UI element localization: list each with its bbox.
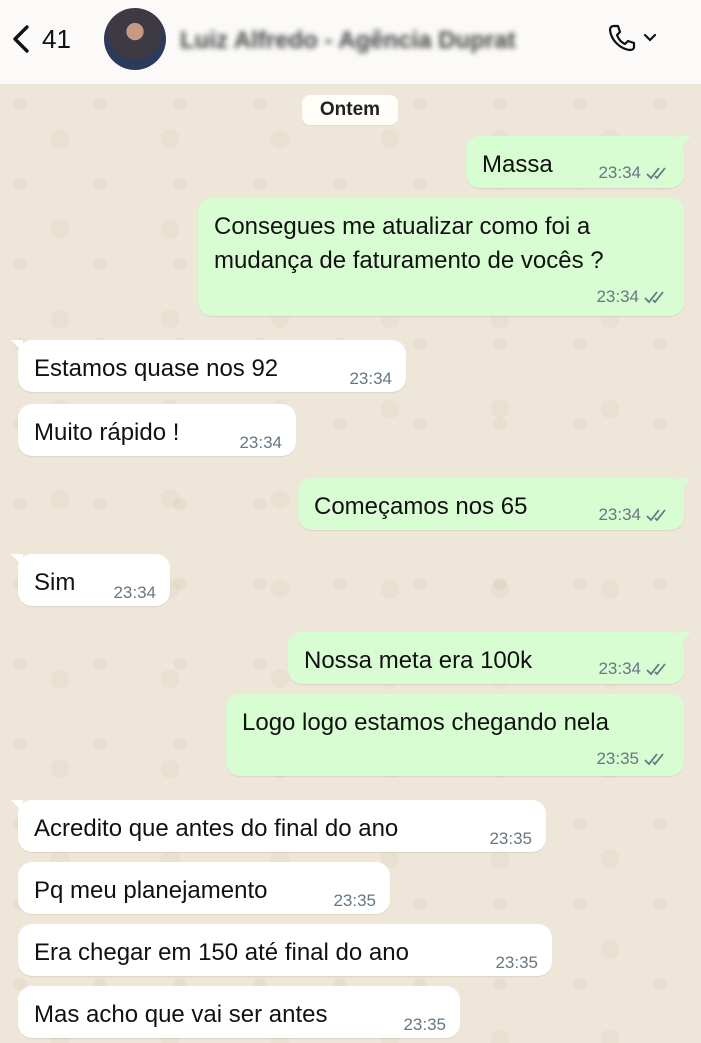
message-text: Começamos nos 65 [314,493,528,520]
incoming-message[interactable]: Pq meu planejamento 23:35 [18,862,390,914]
message-text: Era chegar em 150 até final do ano [34,939,409,966]
message-time: 23:34 [239,433,282,452]
incoming-message[interactable]: Sim 23:34 [11,554,170,606]
message-time: 23:34 [598,163,641,182]
message-time: 23:35 [403,1015,446,1034]
message-time: 23:35 [333,891,376,910]
read-ticks-icon [646,663,666,676]
message-time: 23:34 [598,659,641,678]
message-time: 23:34 [113,583,156,602]
message-meta: 23:34 [596,280,668,314]
back-button[interactable]: 41 [10,22,71,56]
incoming-message[interactable]: Estamos quase nos 92 23:34 [11,340,406,392]
read-ticks-icon [646,509,666,522]
message-time: 23:34 [598,505,641,524]
chevron-down-icon [643,33,657,42]
message-meta: 23:34 [598,652,670,686]
message-text-line: mudança de faturamento de vocês ? [214,247,604,274]
outgoing-message[interactable]: Nossa meta era 100k 23:34 [288,632,691,686]
avatar[interactable] [104,8,166,70]
message-time: 23:34 [596,287,639,306]
message-text: Massa [482,151,553,178]
message-text: Logo logo estamos chegando nela [242,709,609,736]
phone-icon [608,24,636,52]
incoming-message[interactable]: Mas acho que vai ser antes 23:35 [18,986,460,1038]
message-time: 23:34 [349,369,392,388]
message-meta: 23:34 [598,498,670,532]
date-separator: Ontem [302,95,398,125]
chat-header: 41 Luiz Alfredo - Agência Duprat [0,0,701,84]
outgoing-message[interactable]: Massa 23:34 [466,136,691,190]
read-ticks-icon [644,753,664,766]
message-text: Estamos quase nos 92 [34,355,279,382]
call-button[interactable] [606,22,658,54]
message-time: 23:35 [596,749,639,768]
outgoing-message[interactable]: Logo logo estamos chegando nela 23:35 [226,694,684,776]
outgoing-message[interactable]: Consegues me atualizar como foi a mudanç… [198,198,684,316]
message-text: Pq meu planejamento [34,877,268,904]
message-text: Sim [34,569,76,596]
message-text: Mas acho que vai ser antes [34,1001,328,1028]
incoming-message[interactable]: Acredito que antes do final do ano 23:35 [11,800,546,852]
message-text-line: Consegues me atualizar como foi a [214,213,591,240]
read-ticks-icon [644,291,664,304]
outgoing-message[interactable]: Começamos nos 65 23:34 [298,478,691,532]
message-time: 23:35 [495,953,538,972]
contact-name[interactable]: Luiz Alfredo - Agência Duprat [180,27,516,55]
message-time: 23:35 [489,829,532,848]
message-text: Nossa meta era 100k [304,647,533,674]
message-text: Acredito que antes do final do ano [34,815,399,842]
back-chevron-icon [13,25,29,53]
message-meta: 23:35 [596,742,668,776]
message-text: Muito rápido ! [34,419,180,446]
unread-count: 41 [42,23,71,54]
read-ticks-icon [646,167,666,180]
message-meta: 23:34 [598,156,670,190]
incoming-message[interactable]: Era chegar em 150 até final do ano 23:35 [18,924,552,976]
incoming-message[interactable]: Muito rápido ! 23:34 [18,404,296,456]
